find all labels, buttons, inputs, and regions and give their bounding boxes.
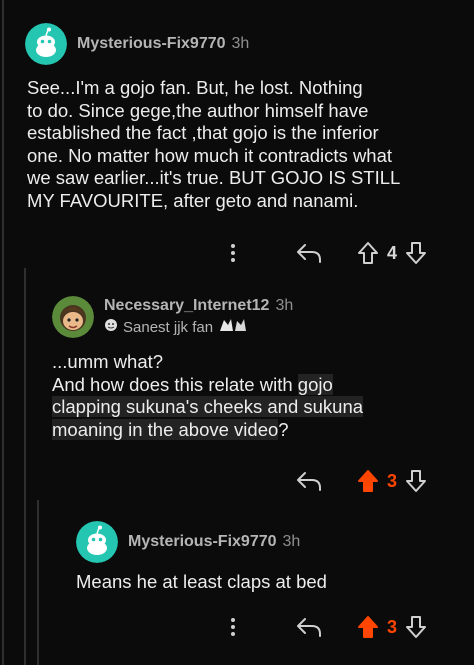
- comment-actions: 3: [222, 468, 428, 494]
- upvote-icon[interactable]: [356, 468, 380, 494]
- thread-line-level2a[interactable]: [24, 268, 26, 665]
- comment-header: Mysterious-Fix9770 3h: [25, 23, 249, 65]
- snoo-avatar-icon[interactable]: [25, 23, 67, 65]
- thread-line-level1[interactable]: [2, 0, 4, 665]
- upvote-icon[interactable]: [356, 240, 380, 266]
- username[interactable]: Mysterious-Fix9770: [128, 533, 277, 551]
- comment-actions: 3: [222, 614, 428, 640]
- username[interactable]: Mysterious-Fix9770: [77, 35, 226, 53]
- quoted-text: clapping sukuna's cheeks and sukuna: [52, 396, 364, 417]
- reply-icon[interactable]: [294, 469, 324, 493]
- body-line: ?: [278, 418, 289, 440]
- more-icon[interactable]: [222, 241, 244, 265]
- upvote-icon[interactable]: [356, 614, 380, 640]
- comment-body: See...I'm a gojo fan. But, he lost. Noth…: [27, 77, 401, 211]
- thread-line-level2b[interactable]: [37, 500, 39, 665]
- quoted-text: gojo: [297, 373, 333, 395]
- comment-body: ...umm what? And how does this relate wi…: [52, 351, 467, 441]
- comment-header: Mysterious-Fix9770 3h: [76, 521, 300, 563]
- flair-emoji-icon: [218, 317, 248, 337]
- body-line: ...umm what?: [52, 351, 164, 372]
- flair-emoji-icon: [104, 318, 118, 336]
- timestamp: 3h: [282, 533, 301, 550]
- timestamp: 3h: [275, 297, 294, 314]
- body-line: And how does this relate with: [52, 373, 298, 395]
- quoted-text: moaning in the above video: [52, 418, 279, 440]
- flair-text: Sanest jjk fan: [123, 318, 214, 336]
- more-icon[interactable]: [222, 615, 244, 639]
- timestamp: 3h: [231, 35, 250, 52]
- user-flair: Sanest jjk fan: [104, 317, 293, 337]
- vote-count: 3: [387, 616, 398, 637]
- reply-icon[interactable]: [294, 615, 324, 639]
- vote-count: 4: [387, 242, 398, 263]
- comment-body: Means he at least claps at bed: [76, 571, 327, 592]
- username[interactable]: Necessary_Internet12: [104, 297, 269, 315]
- downvote-icon[interactable]: [404, 614, 428, 640]
- snoo-avatar-icon[interactable]: [76, 521, 118, 563]
- comment-header: Necessary_Internet12 3h Sanest jjk fan: [52, 296, 293, 338]
- vote-count: 3: [387, 470, 398, 491]
- reply-icon[interactable]: [294, 241, 324, 265]
- comment-actions: 4: [222, 240, 428, 266]
- downvote-icon[interactable]: [404, 240, 428, 266]
- user-avatar[interactable]: [52, 296, 94, 338]
- downvote-icon[interactable]: [404, 468, 428, 494]
